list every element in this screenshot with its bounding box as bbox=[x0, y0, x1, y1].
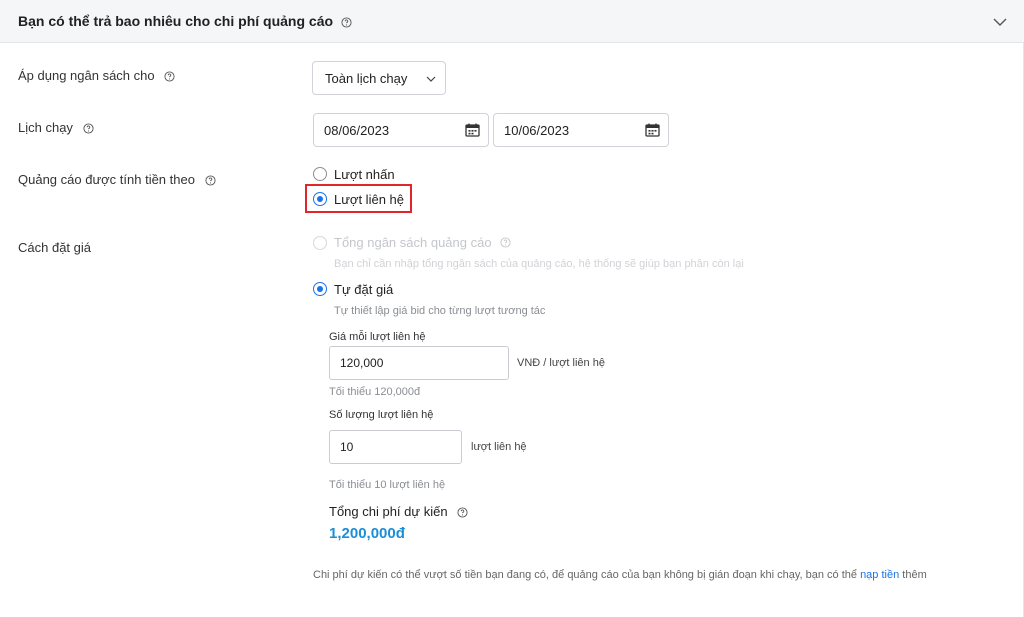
price-min-hint: Tối thiểu 120,000đ bbox=[329, 386, 421, 398]
bidding-label: Cách đặt giá bbox=[18, 240, 91, 255]
budget-apply-select[interactable]: Toàn lịch chạy bbox=[312, 61, 446, 95]
section-title-text: Bạn có thể trả bao nhiêu cho chi phí quả… bbox=[18, 13, 334, 29]
budget-apply-label: Áp dụng ngân sách cho bbox=[18, 68, 175, 85]
calendar-icon[interactable] bbox=[465, 123, 480, 137]
total-budget-option: Tổng ngân sách quảng cáo bbox=[334, 235, 511, 250]
contact-count-hint: Tối thiểu 10 lượt liên hệ bbox=[329, 479, 446, 491]
help-icon[interactable] bbox=[457, 506, 468, 521]
budget-apply-label-text: Áp dụng ngân sách cho bbox=[18, 68, 155, 83]
help-icon[interactable] bbox=[205, 174, 216, 189]
total-cost-label: Tổng chi phí dự kiến bbox=[329, 504, 468, 521]
footer-note: Chi phí dự kiến có thể vượt số tiền bạn … bbox=[313, 569, 927, 581]
end-date-value: 10/06/2023 bbox=[504, 123, 570, 138]
price-unit: VNĐ / lượt liên hệ bbox=[517, 357, 605, 369]
total-cost-value: 1,200,000đ bbox=[329, 525, 405, 542]
contact-count-value: 10 bbox=[340, 440, 354, 454]
chevron-down-icon[interactable] bbox=[992, 14, 1008, 30]
help-icon[interactable] bbox=[164, 70, 175, 85]
footer-note-suffix: thêm bbox=[899, 569, 927, 581]
footer-note-text: Chi phí dự kiến có thể vượt số tiền bạn … bbox=[313, 569, 861, 581]
highlight-box bbox=[305, 184, 412, 213]
start-date-value: 08/06/2023 bbox=[324, 123, 390, 138]
price-per-contact-input[interactable]: 120,000 bbox=[329, 346, 509, 380]
bidding-label-text: Cách đặt giá bbox=[18, 240, 91, 255]
billing-label-text: Quảng cáo được tính tiền theo bbox=[18, 172, 195, 187]
radio-billing-click[interactable] bbox=[313, 167, 327, 181]
section-header[interactable]: Bạn có thể trả bao nhiêu cho chi phí quả… bbox=[0, 0, 1024, 43]
radio-manual-bid[interactable] bbox=[313, 282, 327, 296]
total-budget-hint: Bạn chỉ cần nhập tổng ngân sách của quản… bbox=[334, 258, 744, 270]
help-icon[interactable] bbox=[341, 15, 352, 31]
contact-count-unit: lượt liên hệ bbox=[471, 441, 527, 453]
budget-apply-value: Toàn lịch chạy bbox=[325, 71, 408, 86]
calendar-icon[interactable] bbox=[645, 123, 660, 137]
start-date-input[interactable]: 08/06/2023 bbox=[313, 113, 489, 147]
total-cost-label-text: Tổng chi phí dự kiến bbox=[329, 504, 448, 519]
total-budget-label: Tổng ngân sách quảng cáo bbox=[334, 235, 492, 250]
schedule-label: Lịch chạy bbox=[18, 120, 94, 137]
contact-count-input[interactable]: 10 bbox=[329, 430, 462, 464]
section-title: Bạn có thể trả bao nhiêu cho chi phí quả… bbox=[18, 13, 352, 31]
manual-bid-hint: Tự thiết lập giá bid cho từng lượt tương… bbox=[334, 305, 546, 317]
billing-label: Quảng cáo được tính tiền theo bbox=[18, 172, 216, 189]
billing-option-click[interactable]: Lượt nhấn bbox=[334, 167, 395, 182]
help-icon[interactable] bbox=[83, 122, 94, 137]
schedule-label-text: Lịch chạy bbox=[18, 120, 73, 135]
price-per-contact-value: 120,000 bbox=[340, 356, 384, 370]
chevron-down-icon bbox=[426, 76, 436, 82]
topup-link[interactable]: nạp tiền bbox=[860, 569, 899, 581]
help-icon bbox=[500, 237, 511, 248]
manual-bid-option[interactable]: Tự đặt giá bbox=[334, 282, 393, 297]
contact-count-label: Số lượng lượt liên hệ bbox=[329, 409, 434, 421]
price-per-contact-label: Giá mỗi lượt liên hệ bbox=[329, 331, 426, 343]
end-date-input[interactable]: 10/06/2023 bbox=[493, 113, 669, 147]
radio-total-budget bbox=[313, 236, 327, 250]
